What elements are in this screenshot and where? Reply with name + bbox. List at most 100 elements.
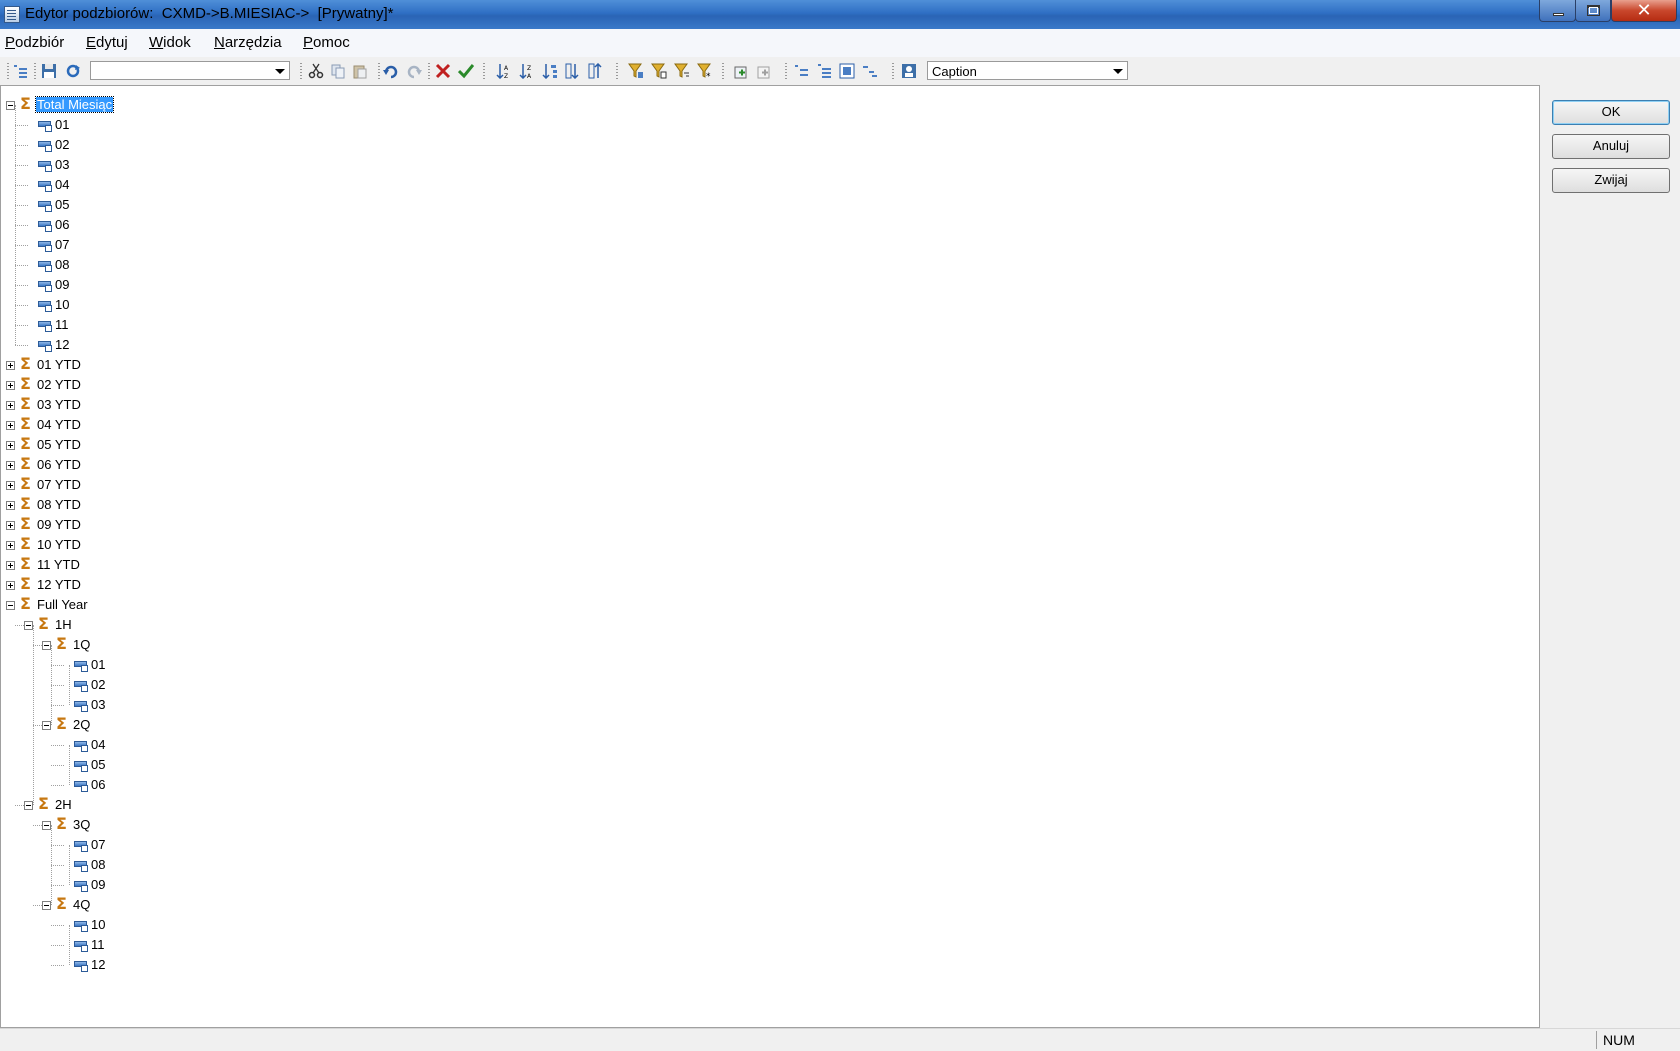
sort-index-asc-icon[interactable]	[564, 63, 580, 79]
expand-node-icon[interactable]	[6, 541, 15, 550]
toolbar-grip[interactable]	[892, 63, 894, 80]
expand-node-icon[interactable]	[6, 561, 15, 570]
menu-podzbior[interactable]: Podzbiór	[5, 34, 64, 51]
collapse-node-icon[interactable]	[24, 621, 33, 630]
display-mode-combo[interactable]: Caption	[927, 61, 1128, 80]
cancel-button[interactable]: Anuluj	[1552, 134, 1670, 159]
save-icon[interactable]	[41, 63, 57, 79]
toolbar-grip[interactable]	[428, 63, 430, 80]
sort-hierarchy-icon[interactable]	[542, 63, 558, 79]
tree-node[interactable]: 07	[1, 835, 1539, 855]
tree-node[interactable]: 02	[1, 135, 1539, 155]
copy-icon[interactable]	[330, 63, 346, 79]
tree-node[interactable]: Σ 02 YTD	[1, 375, 1539, 395]
tree-node[interactable]: Σ 03 YTD	[1, 395, 1539, 415]
toolbar-grip[interactable]	[483, 63, 485, 80]
expand-node-icon[interactable]	[6, 361, 15, 370]
tree-node[interactable]: 09	[1, 275, 1539, 295]
toolbar-grip[interactable]	[785, 63, 787, 80]
tree-node[interactable]: 06	[1, 215, 1539, 235]
collapse-button[interactable]: Zwijaj	[1552, 168, 1670, 193]
tree-node[interactable]: 10	[1, 295, 1539, 315]
sort-index-desc-icon[interactable]	[587, 63, 603, 79]
tree-node[interactable]: Σ 12 YTD	[1, 575, 1539, 595]
tree-node[interactable]: 07	[1, 235, 1539, 255]
expand-node-icon[interactable]	[6, 381, 15, 390]
tree-node[interactable]: 10	[1, 915, 1539, 935]
filter-attribute-icon[interactable]	[651, 63, 667, 79]
tree-node[interactable]: 03	[1, 155, 1539, 175]
tree-node[interactable]: Σ 05 YTD	[1, 435, 1539, 455]
sort-asc-icon[interactable]: AZ	[496, 63, 512, 79]
expand-all-icon[interactable]	[817, 63, 833, 79]
toolbar-grip[interactable]	[616, 63, 618, 80]
tree-node[interactable]: Σ Full Year	[1, 595, 1539, 615]
collapse-node-icon[interactable]	[6, 601, 15, 610]
paste-icon[interactable]	[352, 63, 368, 79]
minimize-button[interactable]	[1539, 0, 1576, 22]
tree-node[interactable]: 08	[1, 855, 1539, 875]
alias-icon[interactable]	[901, 63, 917, 79]
toolbar-grip[interactable]	[378, 63, 380, 80]
tree-node[interactable]: Σ 1Q	[1, 635, 1539, 655]
tree-node[interactable]: 01	[1, 115, 1539, 135]
menu-edytuj[interactable]: Edytuj	[86, 34, 128, 51]
tree-node[interactable]: Σ 3Q	[1, 815, 1539, 835]
expand-node-icon[interactable]	[6, 461, 15, 470]
tree-node[interactable]: 12	[1, 955, 1539, 975]
tree-node[interactable]: 04	[1, 735, 1539, 755]
filter-level-icon[interactable]	[674, 63, 690, 79]
tree-node[interactable]: Σ 4Q	[1, 895, 1539, 915]
collapse-icon[interactable]	[839, 63, 855, 79]
toolbar-grip[interactable]	[34, 63, 36, 80]
undo-icon[interactable]	[383, 63, 399, 79]
close-button[interactable]: ✕	[1611, 0, 1677, 22]
tree-node[interactable]: Σ 2H	[1, 795, 1539, 815]
menu-widok[interactable]: Widok	[149, 34, 191, 51]
tree-node[interactable]: 05	[1, 195, 1539, 215]
insert-subset-icon[interactable]	[733, 63, 749, 79]
tree-node[interactable]: Σ 2Q	[1, 715, 1539, 735]
expand-node-icon[interactable]	[6, 441, 15, 450]
filter-wildcard-icon[interactable]: *	[697, 63, 713, 79]
tree-node[interactable]: 05	[1, 755, 1539, 775]
tree-node[interactable]: Σ 04 YTD	[1, 415, 1539, 435]
indent-icon[interactable]	[13, 63, 29, 79]
collapse-node-icon[interactable]	[42, 641, 51, 650]
tree-node[interactable]: Σ 11 YTD	[1, 555, 1539, 575]
subset-tree[interactable]: Σ Total Miesiąc 01 02 03 04 05 06 07 08 09 10 11 12 Σ 0…	[0, 85, 1540, 1028]
filter-combo[interactable]	[90, 61, 290, 80]
cut-icon[interactable]	[308, 63, 324, 79]
ok-button[interactable]: OK	[1552, 100, 1670, 125]
expand-node-icon[interactable]	[6, 521, 15, 530]
collapse-node-icon[interactable]	[6, 101, 15, 110]
expand-node-icon[interactable]	[6, 401, 15, 410]
refresh-icon[interactable]	[65, 63, 81, 79]
menu-narzedzia[interactable]: Narzędzia	[214, 34, 282, 51]
tree-node[interactable]: 11	[1, 935, 1539, 955]
keep-icon[interactable]	[458, 63, 474, 79]
expand-icon[interactable]	[794, 63, 810, 79]
tree-node[interactable]: 11	[1, 315, 1539, 335]
delete-icon[interactable]	[435, 63, 451, 79]
filter-icon[interactable]	[628, 63, 644, 79]
tree-node[interactable]: 03	[1, 695, 1539, 715]
tree-node[interactable]: Σ 09 YTD	[1, 515, 1539, 535]
menu-pomoc[interactable]: Pomoc	[303, 34, 350, 51]
expand-node-icon[interactable]	[6, 481, 15, 490]
tree-node[interactable]: Σ 08 YTD	[1, 495, 1539, 515]
tree-node[interactable]: Σ 10 YTD	[1, 535, 1539, 555]
tree-node[interactable]: Σ 06 YTD	[1, 455, 1539, 475]
toolbar-grip[interactable]	[722, 63, 724, 80]
maximize-button[interactable]	[1575, 0, 1611, 22]
collapse-node-icon[interactable]	[42, 721, 51, 730]
tree-node[interactable]: 06	[1, 775, 1539, 795]
expand-node-icon[interactable]	[6, 501, 15, 510]
tree-node[interactable]: 08	[1, 255, 1539, 275]
sort-desc-icon[interactable]: ZA	[519, 63, 535, 79]
tree-node[interactable]: Σ Total Miesiąc	[1, 95, 1539, 115]
expand-node-icon[interactable]	[6, 421, 15, 430]
tree-node[interactable]: 02	[1, 675, 1539, 695]
tree-node[interactable]: 09	[1, 875, 1539, 895]
drill-icon[interactable]	[862, 63, 878, 79]
